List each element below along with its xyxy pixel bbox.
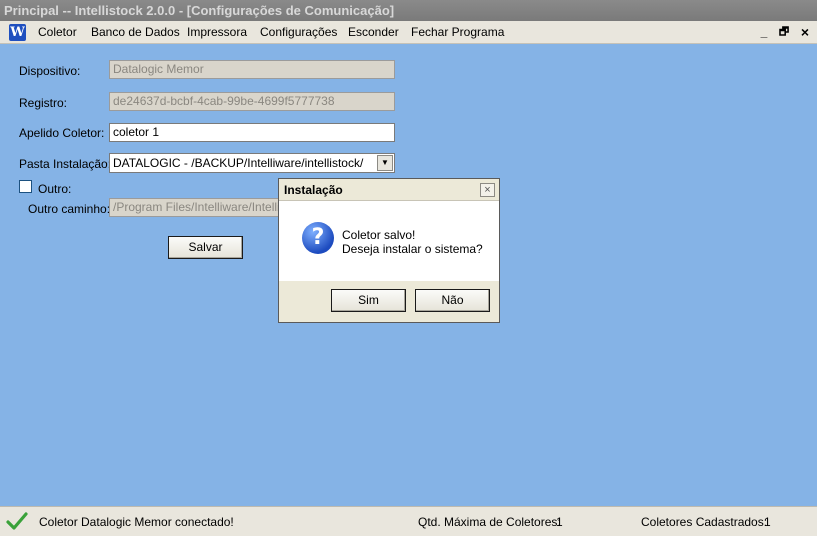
nao-button[interactable]: Não — [415, 289, 490, 312]
dispositivo-field: Datalogic Memor — [109, 60, 395, 79]
menu-fechar-programa[interactable]: Fechar Programa — [411, 21, 504, 44]
salvar-button[interactable]: Salvar — [168, 236, 243, 259]
dialog-title: Instalação — [279, 179, 499, 201]
chevron-down-icon[interactable]: ▼ — [377, 155, 393, 171]
status-bar: Coletor Datalogic Memor conectado! Qtd. … — [0, 506, 817, 536]
pasta-instalacao-value: DATALOGIC - /BACKUP/Intelliware/intellis… — [113, 156, 364, 170]
pasta-instalacao-select[interactable]: DATALOGIC - /BACKUP/Intelliware/intellis… — [109, 153, 395, 173]
menu-esconder[interactable]: Esconder — [348, 21, 399, 44]
max-coletores-label: Qtd. Máxima de Coletores: — [418, 515, 561, 529]
outro-label: Outro: — [38, 182, 72, 196]
mdi-minimize-icon[interactable]: _ — [756, 24, 772, 41]
dialog-message-line1: Coletor salvo! — [342, 228, 416, 242]
registro-field: de24637d-bcbf-4cab-99be-4699f5777738 — [109, 92, 395, 111]
menu-bar: W Coletor Banco de Dados Impressora Conf… — [0, 21, 817, 44]
registro-label: Registro: — [19, 96, 68, 110]
question-icon: ? — [302, 222, 334, 254]
checkmark-icon — [6, 512, 28, 530]
dialog-message-line2: Deseja instalar o sistema? — [342, 242, 483, 256]
dialog-body: ? Coletor salvo! Deseja instalar o siste… — [279, 201, 499, 281]
dialog-close-icon[interactable]: × — [480, 183, 495, 197]
outro-caminho-field: /Program Files/Intelliware/IntelliSto — [109, 198, 279, 217]
app-logo-icon[interactable]: W — [9, 24, 26, 41]
apelido-coletor-label: Apelido Coletor: — [19, 126, 105, 140]
dispositivo-label: Dispositivo: — [19, 64, 81, 78]
coletores-cadastrados-label: Coletores Cadastrados: — [641, 515, 768, 529]
max-coletores-value: 1 — [556, 515, 563, 529]
mdi-restore-icon[interactable]: 🗗 — [776, 24, 792, 41]
pasta-instalacao-label: Pasta Instalação: — [19, 157, 112, 171]
menu-banco-de-dados[interactable]: Banco de Dados — [91, 21, 180, 44]
menu-configuracoes[interactable]: Configurações — [260, 21, 337, 44]
outro-checkbox[interactable] — [19, 180, 32, 193]
instalacao-dialog: Instalação × ? Coletor salvo! Deseja ins… — [278, 178, 500, 323]
outro-caminho-label: Outro caminho: — [28, 202, 111, 216]
mdi-close-icon[interactable]: × — [797, 24, 813, 41]
apelido-coletor-input[interactable]: coletor 1 — [109, 123, 395, 142]
menu-coletor[interactable]: Coletor — [38, 21, 77, 44]
menu-impressora[interactable]: Impressora — [187, 21, 247, 44]
window-titlebar[interactable]: Principal -- Intellistock 2.0.0 - [Confi… — [0, 0, 817, 21]
sim-button[interactable]: Sim — [331, 289, 406, 312]
coletores-cadastrados-value: 1 — [764, 515, 771, 529]
status-message: Coletor Datalogic Memor conectado! — [39, 515, 234, 529]
window-title: Principal -- Intellistock 2.0.0 - [Confi… — [4, 3, 395, 18]
